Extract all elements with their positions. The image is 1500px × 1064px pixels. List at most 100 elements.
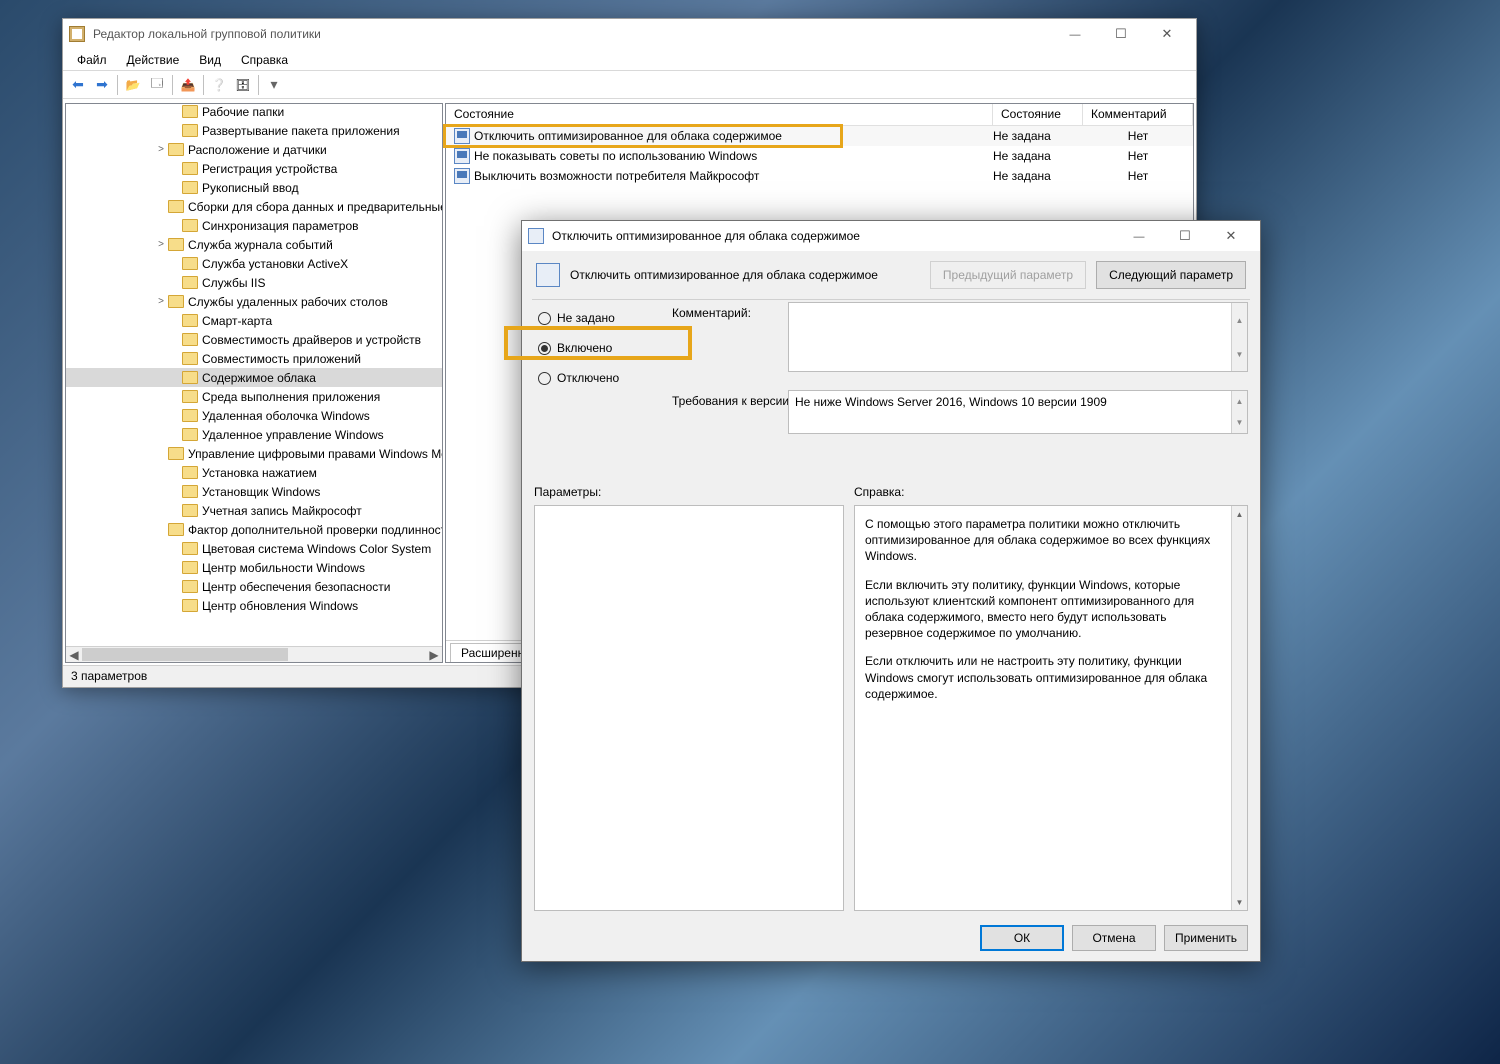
tree-label: Рукописный ввод bbox=[202, 181, 299, 195]
tree-item[interactable]: >Служба журнала событий bbox=[66, 235, 442, 254]
tree-item[interactable]: Смарт-карта bbox=[66, 311, 442, 330]
tree-item[interactable]: Сборки для сбора данных и предварительны… bbox=[66, 197, 442, 216]
scroll-left-icon[interactable]: ◀ bbox=[66, 647, 82, 662]
tree-item[interactable]: Учетная запись Майкрософт bbox=[66, 501, 442, 520]
tree-item[interactable]: Совместимость драйверов и устройств bbox=[66, 330, 442, 349]
tree-item[interactable]: Рукописный ввод bbox=[66, 178, 442, 197]
tree-pane: Рабочие папки Развертывание пакета прилож… bbox=[65, 103, 443, 663]
tree-item[interactable]: Установщик Windows bbox=[66, 482, 442, 501]
filter-button[interactable] bbox=[263, 74, 285, 96]
separator bbox=[258, 75, 259, 95]
tree-label: Службы IIS bbox=[202, 276, 265, 290]
tree-item[interactable]: Службы IIS bbox=[66, 273, 442, 292]
tree-item[interactable]: Центр обновления Windows bbox=[66, 596, 442, 615]
tree-scrollbar[interactable]: ◀ ▶ bbox=[66, 646, 442, 662]
menu-action[interactable]: Действие bbox=[117, 51, 190, 69]
separator bbox=[172, 75, 173, 95]
radio-label: Отключено bbox=[557, 371, 619, 385]
radio-label: Включено bbox=[557, 341, 612, 355]
titlebar: Редактор локальной групповой политики bbox=[63, 19, 1196, 49]
help-button[interactable] bbox=[208, 74, 230, 96]
dialog-minimize-button[interactable] bbox=[1116, 221, 1162, 251]
expand-icon[interactable]: > bbox=[154, 239, 168, 250]
tree-item[interactable]: Служба установки ActiveX bbox=[66, 254, 442, 273]
menu-view[interactable]: Вид bbox=[189, 51, 231, 69]
comment-input[interactable]: ▲▼ bbox=[788, 302, 1248, 372]
column-comment[interactable]: Комментарий bbox=[1083, 104, 1193, 125]
next-setting-button[interactable]: Следующий параметр bbox=[1096, 261, 1246, 289]
tree-item[interactable]: Центр мобильности Windows bbox=[66, 558, 442, 577]
tree-item[interactable]: Рабочие папки bbox=[66, 103, 442, 121]
tree-label: Развертывание пакета приложения bbox=[202, 124, 400, 138]
tree-item[interactable]: >Расположение и датчики bbox=[66, 140, 442, 159]
dialog-close-button[interactable] bbox=[1208, 221, 1254, 251]
tree-label: Регистрация устройства bbox=[202, 162, 337, 176]
tree-label: Содержимое облака bbox=[202, 371, 316, 385]
scroll-thumb[interactable] bbox=[82, 648, 288, 661]
up-button[interactable] bbox=[122, 74, 144, 96]
tree-item[interactable]: Управление цифровыми правами Windows Med… bbox=[66, 444, 442, 463]
dialog-maximize-button[interactable] bbox=[1162, 221, 1208, 251]
tree-item[interactable]: Цветовая система Windows Color System bbox=[66, 539, 442, 558]
row-name: Выключить возможности потребителя Майкро… bbox=[474, 169, 993, 183]
scroll-right-icon[interactable]: ▶ bbox=[426, 647, 442, 662]
row-comment: Нет bbox=[1083, 129, 1193, 143]
tree-item[interactable]: Установка нажатием bbox=[66, 463, 442, 482]
close-button[interactable] bbox=[1144, 19, 1190, 49]
menu-help[interactable]: Справка bbox=[231, 51, 298, 69]
tree-item[interactable]: Фактор дополнительной проверки подлиннос… bbox=[66, 520, 442, 539]
minimize-button[interactable] bbox=[1052, 19, 1098, 49]
tree-label: Службы удаленных рабочих столов bbox=[188, 295, 388, 309]
minimize-icon bbox=[1134, 229, 1145, 243]
forward-button[interactable] bbox=[91, 74, 113, 96]
menubar: Файл Действие Вид Справка bbox=[63, 49, 1196, 71]
column-state[interactable]: Состояние bbox=[993, 104, 1083, 125]
row-state: Не задана bbox=[993, 129, 1083, 143]
tree-item[interactable]: > Службы удаленных рабочих столов bbox=[66, 292, 442, 311]
tree-item[interactable]: Регистрация устройства bbox=[66, 159, 442, 178]
scroll-up-icon[interactable]: ▲ bbox=[1231, 391, 1247, 412]
folder-icon bbox=[182, 485, 198, 498]
menu-file[interactable]: Файл bbox=[67, 51, 117, 69]
properties-button[interactable] bbox=[232, 74, 254, 96]
tree-item[interactable]: Среда выполнения приложения bbox=[66, 387, 442, 406]
apply-button[interactable]: Применить bbox=[1164, 925, 1248, 951]
scroll-up-icon[interactable]: ▲ bbox=[1232, 506, 1247, 522]
expand-icon[interactable]: > bbox=[154, 296, 168, 307]
scroll-down-icon[interactable]: ▼ bbox=[1231, 337, 1247, 371]
scroll-down-icon[interactable]: ▼ bbox=[1231, 412, 1247, 433]
folder-icon bbox=[182, 542, 198, 555]
folder-icon bbox=[182, 352, 198, 365]
scroll-up-icon[interactable]: ▲ bbox=[1231, 303, 1247, 337]
back-button[interactable] bbox=[67, 74, 89, 96]
maximize-button[interactable] bbox=[1098, 19, 1144, 49]
scroll-down-icon[interactable]: ▼ bbox=[1232, 894, 1247, 910]
column-name[interactable]: Состояние bbox=[446, 104, 993, 125]
list-row[interactable]: Выключить возможности потребителя Майкро… bbox=[446, 166, 1193, 186]
folder-icon bbox=[168, 447, 184, 460]
dialog-title: Отключить оптимизированное для облака со… bbox=[552, 229, 1116, 243]
tree-item[interactable]: Развертывание пакета приложения bbox=[66, 121, 442, 140]
tree-item[interactable]: Синхронизация параметров bbox=[66, 216, 442, 235]
tree-item[interactable]: Содержимое облака bbox=[66, 368, 442, 387]
tree-item[interactable]: Удаленное управление Windows bbox=[66, 425, 442, 444]
dialog-buttons: ОК Отмена Применить bbox=[980, 925, 1248, 951]
tree[interactable]: Рабочие папки Развертывание пакета прилож… bbox=[66, 103, 442, 646]
tree-label: Среда выполнения приложения bbox=[202, 390, 380, 404]
list-header: Состояние Состояние Комментарий bbox=[446, 104, 1193, 126]
expand-icon[interactable]: > bbox=[154, 144, 168, 155]
list-row[interactable]: Отключить оптимизированное для облака со… bbox=[446, 126, 1193, 146]
row-comment: Нет bbox=[1083, 169, 1193, 183]
tree-item[interactable]: Совместимость приложений bbox=[66, 349, 442, 368]
show-button[interactable] bbox=[146, 74, 168, 96]
tree-item[interactable]: Удаленная оболочка Windows bbox=[66, 406, 442, 425]
maximize-icon bbox=[1115, 26, 1127, 42]
cancel-button[interactable]: Отмена bbox=[1072, 925, 1156, 951]
list-row[interactable]: Не показывать советы по использованию Wi… bbox=[446, 146, 1193, 166]
row-state: Не задана bbox=[993, 149, 1083, 163]
ok-button[interactable]: ОК bbox=[980, 925, 1064, 951]
export-button[interactable] bbox=[177, 74, 199, 96]
help-scrollbar[interactable]: ▲ ▼ bbox=[1231, 506, 1247, 910]
tree-item[interactable]: Центр обеспечения безопасности bbox=[66, 577, 442, 596]
policy-icon bbox=[536, 263, 560, 287]
